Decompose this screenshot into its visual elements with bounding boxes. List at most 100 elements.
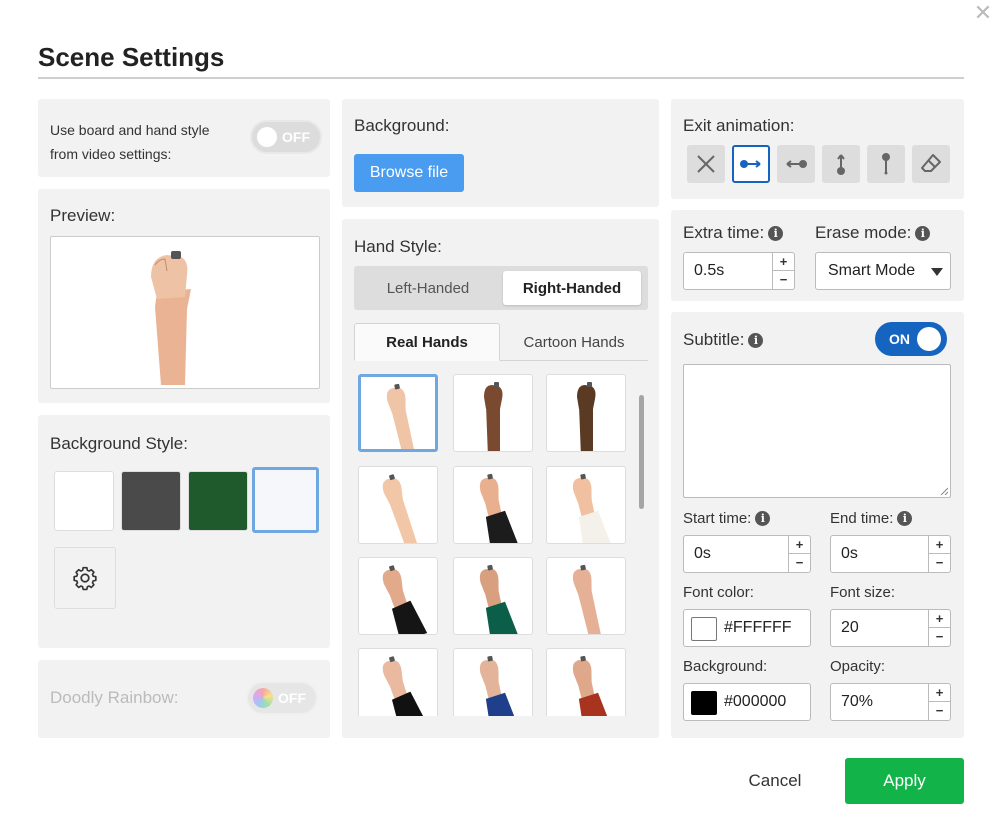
- chevron-down-icon: [931, 268, 943, 276]
- hand-thumbnail: [577, 382, 596, 451]
- increment-button[interactable]: +: [929, 536, 950, 554]
- exit-animation-label: Exit animation:: [683, 116, 795, 135]
- hand-option[interactable]: [358, 648, 438, 716]
- preview-label: Preview:: [50, 206, 116, 225]
- hand-option[interactable]: [453, 466, 533, 544]
- subtitle-background-label: Background:: [683, 658, 768, 675]
- exit-animation-panel: Exit animation:: [671, 99, 964, 199]
- font-color-chip[interactable]: [691, 617, 717, 641]
- font-size-value: 20: [841, 619, 859, 636]
- decrement-button[interactable]: −: [789, 554, 810, 572]
- hand-option[interactable]: [358, 374, 438, 452]
- use-board-label-line2: from video settings:: [50, 146, 172, 162]
- extra-time-value: 0.5s: [694, 262, 725, 279]
- info-icon[interactable]: i: [755, 511, 771, 526]
- hand-thumbnail: [572, 655, 612, 716]
- hand-option[interactable]: [546, 648, 626, 716]
- stepper-buttons: + −: [788, 536, 810, 572]
- hand-option[interactable]: [453, 557, 533, 635]
- apply-button[interactable]: Apply: [845, 758, 964, 804]
- background-settings-button[interactable]: [54, 547, 116, 609]
- hand-option[interactable]: [453, 374, 533, 452]
- exit-move-right-button[interactable]: [777, 145, 815, 183]
- extra-time-stepper[interactable]: 0.5s + −: [683, 252, 795, 290]
- hand-thumbnail: [572, 564, 602, 634]
- swatch-light-selected[interactable]: [252, 467, 319, 533]
- opacity-value: 70%: [841, 693, 874, 710]
- hand-thumbnail: [382, 474, 418, 543]
- increment-button[interactable]: +: [929, 684, 950, 702]
- exit-eraser-button[interactable]: [912, 145, 950, 183]
- hand-option[interactable]: [453, 648, 533, 716]
- font-size-stepper[interactable]: 20 + −: [830, 609, 951, 647]
- subtitle-toggle[interactable]: ON: [875, 322, 947, 356]
- decrement-button[interactable]: −: [929, 628, 950, 646]
- end-time-stepper[interactable]: 0s + −: [830, 535, 951, 573]
- subtitle-panel: Subtitle: i ON Start time: i 0s + − End tim…: [671, 312, 964, 738]
- move-up-icon: [882, 153, 890, 175]
- erase-mode-select[interactable]: Smart Mode: [815, 252, 951, 290]
- increment-button[interactable]: +: [773, 253, 794, 271]
- use-board-panel: Use board and hand style from video sett…: [38, 99, 330, 177]
- background-color-chip[interactable]: [691, 691, 717, 715]
- start-time-stepper[interactable]: 0s + −: [683, 535, 811, 573]
- info-icon[interactable]: i: [768, 226, 784, 241]
- font-color-value: #FFFFFF: [724, 619, 792, 636]
- toggle-text: OFF: [278, 690, 306, 706]
- opacity-label: Opacity:: [830, 658, 886, 675]
- left-handed-option[interactable]: Left-Handed: [358, 271, 498, 305]
- font-color-field[interactable]: #FFFFFF: [683, 609, 811, 647]
- erase-mode-label-text: Erase mode:: [815, 223, 912, 242]
- resize-handle-icon[interactable]: [940, 487, 948, 495]
- hand-option[interactable]: [546, 374, 626, 452]
- browse-file-button[interactable]: Browse file: [354, 154, 464, 192]
- close-icon[interactable]: ✕: [972, 2, 994, 24]
- hand-option[interactable]: [546, 557, 626, 635]
- stepper-buttons: + −: [928, 610, 950, 646]
- font-color-label: Font color:: [683, 584, 754, 601]
- use-board-toggle[interactable]: OFF: [250, 120, 322, 154]
- info-icon[interactable]: i: [897, 511, 913, 526]
- tab-cartoon-hands[interactable]: Cartoon Hands: [500, 323, 648, 361]
- hand-thumbnail: [479, 655, 519, 716]
- hand-type-tabs: Real Hands Cartoon Hands: [354, 323, 648, 361]
- exit-move-up-button[interactable]: [867, 145, 905, 183]
- info-icon[interactable]: i: [748, 333, 764, 348]
- cancel-button[interactable]: Cancel: [720, 760, 830, 802]
- decrement-button[interactable]: −: [929, 702, 950, 720]
- decrement-button[interactable]: −: [929, 554, 950, 572]
- doodly-rainbow-toggle[interactable]: OFF: [246, 681, 318, 715]
- hand-style-label: Hand Style:: [354, 237, 442, 256]
- move-right-icon: [786, 160, 807, 168]
- start-time-label-text: Start time:: [683, 510, 752, 527]
- hand-option[interactable]: [358, 557, 438, 635]
- end-time-label-text: End time:: [830, 510, 894, 527]
- title-divider: [38, 77, 964, 79]
- font-size-label: Font size:: [830, 584, 896, 601]
- opacity-stepper[interactable]: 70% + −: [830, 683, 951, 721]
- start-time-label: Start time: i: [683, 510, 771, 527]
- stepper-buttons: + −: [928, 684, 950, 720]
- info-icon[interactable]: i: [915, 226, 931, 241]
- stepper-buttons: + −: [772, 253, 794, 289]
- tab-real-hands[interactable]: Real Hands: [354, 323, 500, 361]
- exit-move-left-button[interactable]: [732, 145, 770, 183]
- hand-option[interactable]: [358, 466, 438, 544]
- background-panel: Background: Browse file: [342, 99, 659, 207]
- swatch-dark-gray[interactable]: [121, 471, 181, 531]
- increment-button[interactable]: +: [789, 536, 810, 554]
- subtitle-textarea[interactable]: [683, 364, 951, 498]
- subtitle-background-field[interactable]: #000000: [683, 683, 811, 721]
- decrement-button[interactable]: −: [773, 271, 794, 289]
- hand-option[interactable]: [546, 466, 626, 544]
- background-style-label: Background Style:: [50, 434, 188, 453]
- swatch-white[interactable]: [54, 471, 114, 531]
- hand-grid-scrollbar[interactable]: [639, 395, 644, 509]
- toggle-text: OFF: [282, 129, 310, 145]
- right-handed-option[interactable]: Right-Handed: [503, 271, 641, 305]
- rainbow-icon: [253, 688, 273, 708]
- increment-button[interactable]: +: [929, 610, 950, 628]
- exit-move-down-button[interactable]: [822, 145, 860, 183]
- exit-none-button[interactable]: [687, 145, 725, 183]
- swatch-green[interactable]: [188, 471, 248, 531]
